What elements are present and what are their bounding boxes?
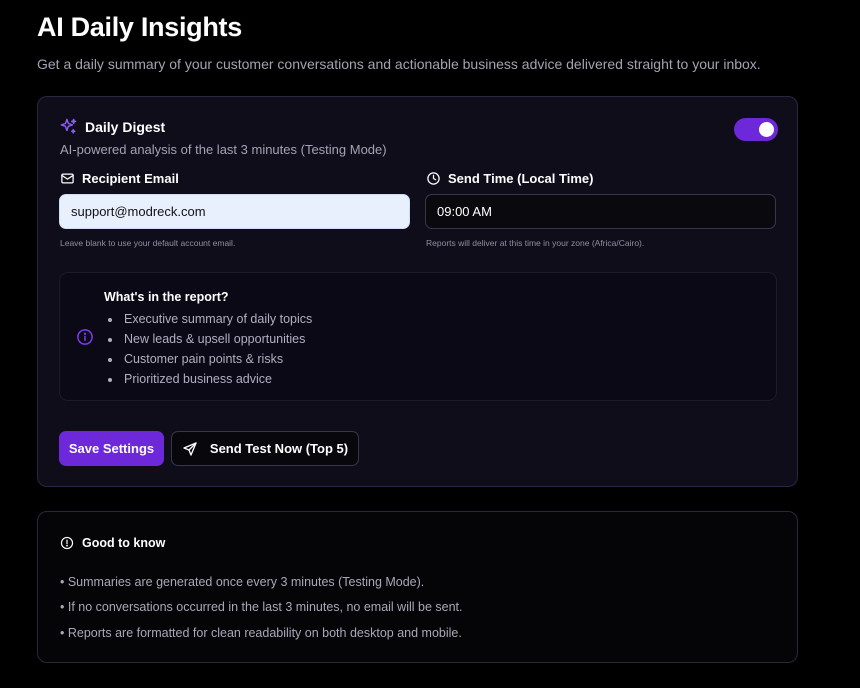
info-line: • If no conversations occurred in the la… <box>60 600 463 614</box>
report-title: What's in the report? <box>104 290 229 304</box>
recipient-email-label: Recipient Email <box>60 171 179 186</box>
info-icon <box>76 328 94 346</box>
page-title: AI Daily Insights <box>37 12 242 42</box>
clock-icon <box>426 171 441 186</box>
sparkles-icon <box>59 117 78 136</box>
good-to-know-title: Good to know <box>82 536 166 550</box>
list-item: New leads & upsell opportunities <box>122 329 312 349</box>
page-subtitle: Get a daily summary of your customer con… <box>37 56 761 72</box>
save-settings-button[interactable]: Save Settings <box>59 431 164 466</box>
recipient-email-label-text: Recipient Email <box>82 171 179 186</box>
good-to-know-header: Good to know <box>60 536 165 550</box>
digest-description: AI-powered analysis of the last 3 minute… <box>60 142 387 157</box>
report-items-list: Executive summary of daily topics New le… <box>104 309 312 389</box>
list-item: Customer pain points & risks <box>122 349 312 369</box>
list-item: Prioritized business advice <box>122 369 312 389</box>
send-time-input[interactable] <box>425 194 776 229</box>
daily-digest-card: Daily Digest AI-powered analysis of the … <box>37 96 798 487</box>
send-icon <box>182 441 198 457</box>
info-line: • Summaries are generated once every 3 m… <box>60 575 425 589</box>
toggle-knob <box>759 122 774 137</box>
info-line: • Reports are formatted for clean readab… <box>60 626 462 640</box>
digest-title: Daily Digest <box>85 118 166 135</box>
digest-header: Daily Digest <box>59 117 165 136</box>
mail-icon <box>60 171 75 186</box>
send-test-label: Send Test Now (Top 5) <box>209 441 349 456</box>
recipient-email-hint: Leave blank to use your default account … <box>60 238 236 248</box>
send-time-label-text: Send Time (Local Time) <box>448 171 594 186</box>
digest-enable-toggle[interactable] <box>734 118 778 141</box>
recipient-email-input[interactable] <box>59 194 410 229</box>
send-time-label: Send Time (Local Time) <box>426 171 593 186</box>
send-time-hint: Reports will deliver at this time in you… <box>426 238 645 248</box>
report-contents-box: What's in the report? Executive summary … <box>59 272 777 401</box>
good-to-know-card: Good to know • Summaries are generated o… <box>37 511 798 663</box>
list-item: Executive summary of daily topics <box>122 309 312 329</box>
send-test-button[interactable]: Send Test Now (Top 5) <box>171 431 359 466</box>
alert-circle-icon <box>60 536 74 550</box>
